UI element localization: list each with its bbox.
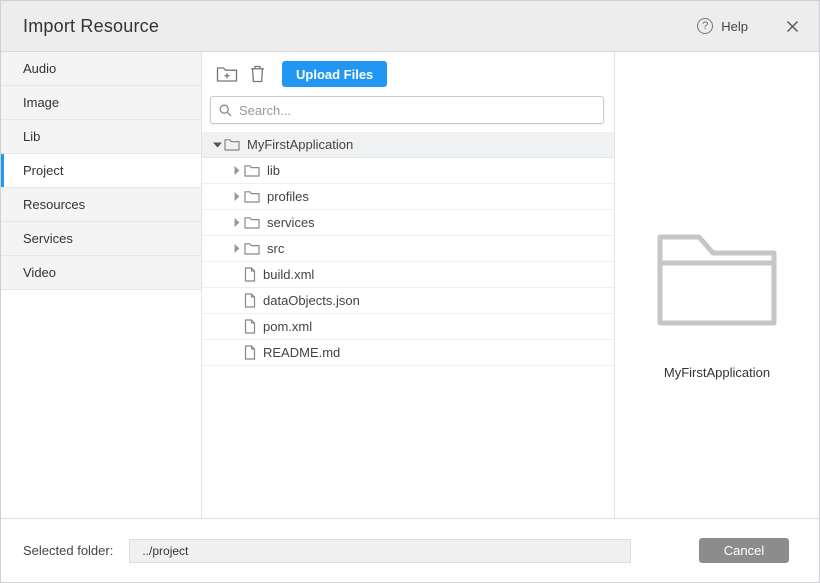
titlebar-actions: ? Help (697, 18, 799, 34)
caret-right-icon[interactable] (230, 192, 244, 201)
category-sidebar: Audio Image Lib Project Resources Services Vid… (1, 52, 202, 518)
tree-item-dataobjects-json[interactable]: dataObjects.json (202, 288, 614, 314)
dialog-content: Audio Image Lib Project Resources Services Vid… (1, 52, 819, 518)
sidebar-item-lib[interactable]: Lib (1, 120, 201, 154)
selected-folder-input[interactable] (129, 539, 631, 563)
search-input[interactable] (210, 96, 604, 124)
file-icon (244, 345, 256, 360)
dialog-titlebar: Import Resource ? Help (1, 1, 819, 52)
sidebar-item-label: Services (23, 231, 73, 246)
tree-item-label: build.xml (263, 267, 314, 282)
sidebar-item-label: Audio (23, 61, 56, 76)
tree-item-label: profiles (267, 189, 309, 204)
folder-icon (244, 216, 260, 229)
close-icon (786, 20, 799, 33)
tree-item-services[interactable]: services (202, 210, 614, 236)
tree-item-myfirstapplication[interactable]: MyFirstApplication (202, 132, 614, 158)
file-tree: MyFirstApplication lib profiles services src… (202, 132, 614, 518)
folder-plus-icon (216, 66, 238, 83)
selection-preview-panel: MyFirstApplication (615, 52, 819, 518)
sidebar-item-label: Resources (23, 197, 85, 212)
caret-right-icon[interactable] (230, 244, 244, 253)
cancel-button[interactable]: Cancel (699, 538, 789, 563)
tree-item-label: lib (267, 163, 280, 178)
caret-right-icon[interactable] (230, 166, 244, 175)
help-link[interactable]: Help (721, 19, 748, 34)
delete-button[interactable] (242, 60, 272, 88)
tree-item-readme-md[interactable]: README.md (202, 340, 614, 366)
large-folder-icon (657, 233, 777, 331)
tree-item-src[interactable]: src (202, 236, 614, 262)
sidebar-item-label: Video (23, 265, 56, 280)
tree-item-lib[interactable]: lib (202, 158, 614, 184)
tree-item-label: dataObjects.json (263, 293, 360, 308)
tree-item-label: services (267, 215, 315, 230)
file-toolbar: Upload Files (202, 52, 614, 96)
tree-item-profiles[interactable]: profiles (202, 184, 614, 210)
sidebar-item-resources[interactable]: Resources (1, 188, 201, 222)
file-icon (244, 267, 256, 282)
caret-down-icon[interactable] (210, 142, 224, 148)
folder-icon (244, 242, 260, 255)
tree-item-pom-xml[interactable]: pom.xml (202, 314, 614, 340)
sidebar-item-services[interactable]: Services (1, 222, 201, 256)
search-box (210, 96, 604, 124)
dialog-footer: Selected folder: Cancel (1, 518, 819, 582)
trash-icon (250, 65, 265, 83)
sidebar-item-label: Project (23, 163, 63, 178)
folder-icon (244, 190, 260, 203)
tree-item-build-xml[interactable]: build.xml (202, 262, 614, 288)
upload-files-button[interactable]: Upload Files (282, 61, 387, 87)
file-icon (244, 319, 256, 334)
new-folder-button[interactable] (212, 60, 242, 88)
tree-item-label: src (267, 241, 284, 256)
sidebar-item-project[interactable]: Project (1, 154, 201, 188)
selected-folder-label: Selected folder: (23, 543, 113, 558)
sidebar-item-video[interactable]: Video (1, 256, 201, 290)
tree-item-label: pom.xml (263, 319, 312, 334)
sidebar-item-audio[interactable]: Audio (1, 52, 201, 86)
tree-item-label: MyFirstApplication (247, 137, 353, 152)
search-icon (219, 104, 232, 117)
dialog-title: Import Resource (23, 16, 159, 37)
sidebar-item-label: Image (23, 95, 59, 110)
file-icon (244, 293, 256, 308)
help-icon[interactable]: ? (697, 18, 713, 34)
folder-icon (224, 138, 240, 151)
sidebar-item-image[interactable]: Image (1, 86, 201, 120)
import-resource-dialog: Import Resource ? Help Audio Image Lib Proj… (0, 0, 820, 583)
tree-item-label: README.md (263, 345, 340, 360)
folder-icon (244, 164, 260, 177)
sidebar-item-label: Lib (23, 129, 40, 144)
file-browser-panel: Upload Files MyFirstApplication lib profil… (202, 52, 615, 518)
close-button[interactable] (786, 20, 799, 33)
caret-right-icon[interactable] (230, 218, 244, 227)
preview-folder-name: MyFirstApplication (664, 365, 770, 380)
